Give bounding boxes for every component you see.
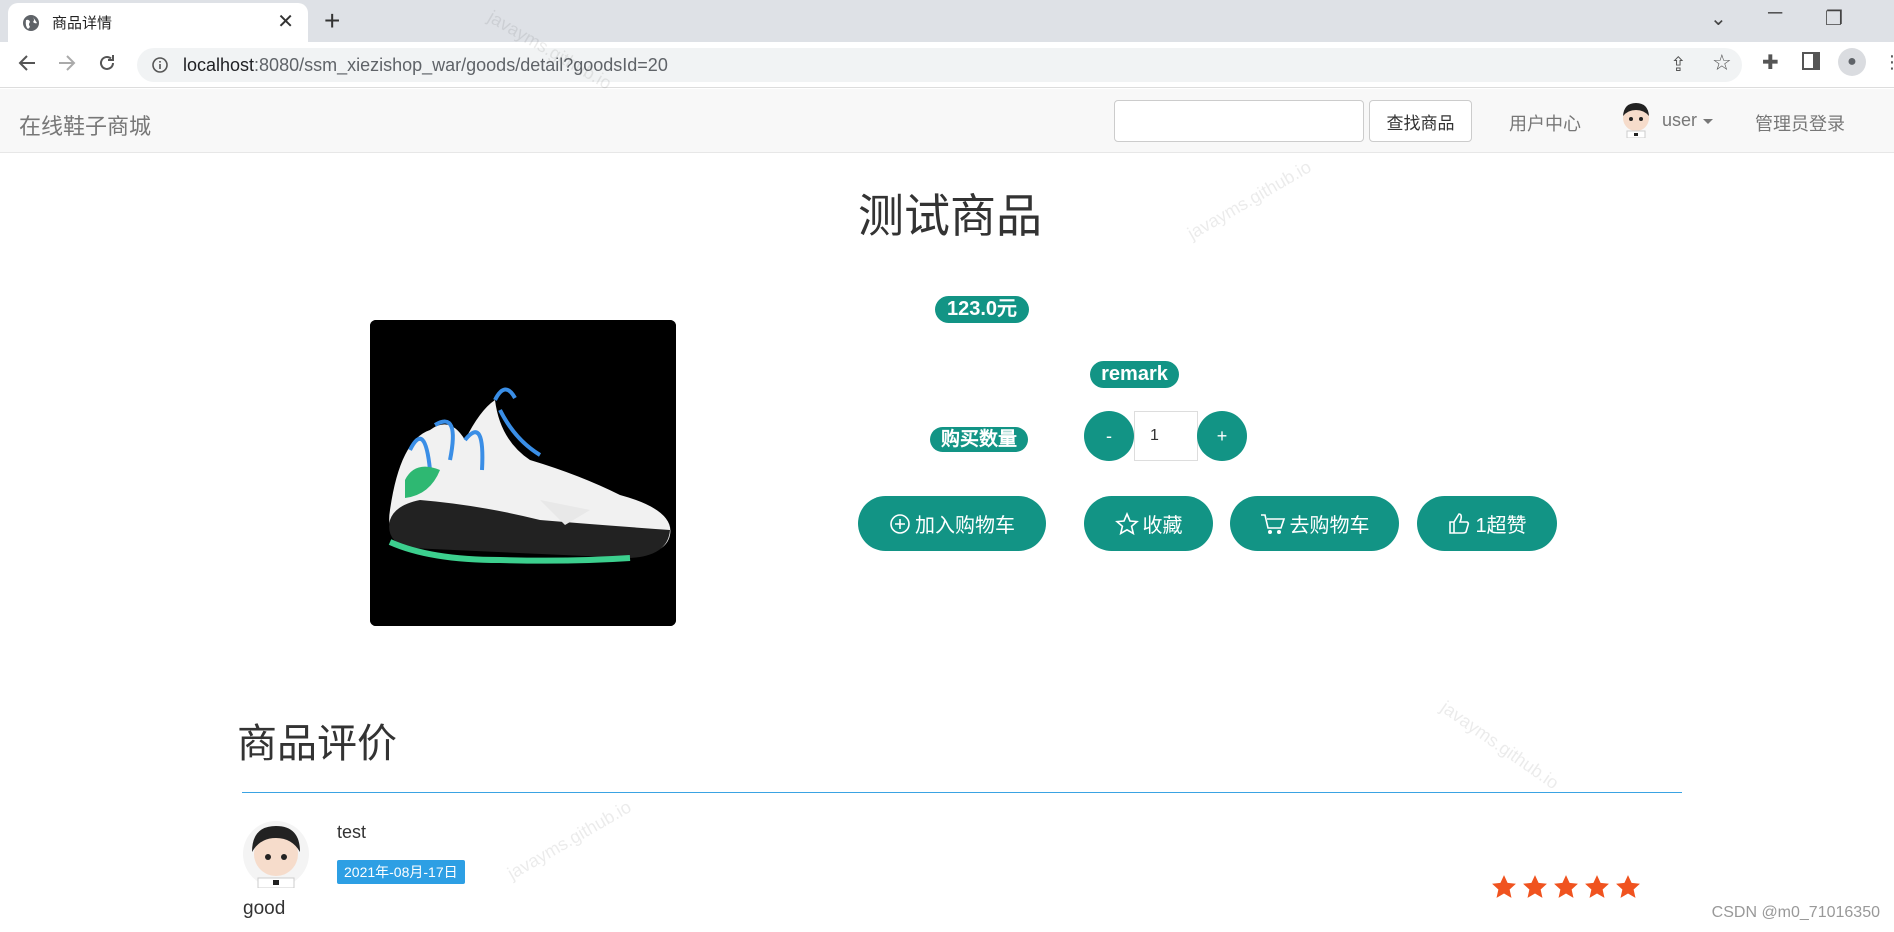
info-icon[interactable] <box>151 56 169 74</box>
search-button[interactable]: 查找商品 <box>1369 100 1472 142</box>
browser-tab[interactable]: 商品详情 ✕ <box>8 3 308 42</box>
product-title: 测试商品 <box>858 190 1042 242</box>
star-outline-icon <box>1114 511 1139 535</box>
reviewer-avatar <box>243 821 309 888</box>
favorite-button[interactable]: 收藏 <box>1084 496 1213 551</box>
reload-icon[interactable] <box>96 52 118 74</box>
remark-badge: remark <box>1090 361 1179 388</box>
url-host: localhost <box>183 54 255 75</box>
like-button[interactable]: 1超赞 <box>1417 496 1557 551</box>
review-rating <box>1491 874 1646 900</box>
caret-down-icon <box>1703 118 1714 124</box>
site-navbar: 在线鞋子商城 查找商品 用户中心 user 管理员登录 <box>0 89 1894 153</box>
bookmark-star-icon[interactable]: ☆ <box>1712 50 1732 76</box>
back-icon[interactable] <box>16 52 38 74</box>
quantity-label: 购买数量 <box>930 427 1028 452</box>
forward-icon[interactable] <box>56 52 78 74</box>
review-content: good <box>243 898 286 919</box>
favorite-label: 收藏 <box>1142 515 1183 537</box>
reviewer-name: test <box>337 822 367 842</box>
watermark: javayms.github.io <box>1437 697 1563 794</box>
tab-title: 商品详情 <box>52 15 113 32</box>
star-filled-icon <box>1523 875 1547 898</box>
star-filled-icon <box>1585 875 1609 898</box>
go-to-cart-label: 去购物车 <box>1289 515 1370 537</box>
quantity-minus-button[interactable]: - <box>1084 411 1134 461</box>
go-to-cart-button[interactable]: 去购物车 <box>1230 496 1399 551</box>
new-tab-icon[interactable]: + <box>324 6 340 36</box>
minimize-icon[interactable]: ─ <box>1768 2 1782 25</box>
close-tab-icon[interactable]: ✕ <box>277 12 294 32</box>
thumbs-up-icon <box>1449 512 1470 534</box>
cart-icon <box>1260 513 1285 534</box>
watermark: javayms.github.io <box>1184 156 1315 244</box>
tab-search-icon[interactable]: ⌄ <box>1710 6 1727 31</box>
review-date-badge: 2021年-08月-17日 <box>337 860 465 884</box>
username-label: user <box>1662 110 1698 130</box>
price-badge: 123.0元 <box>935 296 1029 323</box>
like-label: 1超赞 <box>1475 515 1527 537</box>
star-filled-icon <box>1616 875 1640 898</box>
add-to-cart-label: 加入购物车 <box>915 515 1015 537</box>
add-to-cart-button[interactable]: 加入购物车 <box>858 496 1046 551</box>
restore-icon[interactable]: ❐ <box>1825 6 1843 31</box>
shoe-illustration <box>370 320 676 626</box>
product-image <box>370 320 676 626</box>
quantity-plus-button[interactable]: + <box>1197 411 1247 461</box>
globe-icon <box>23 14 39 31</box>
search-input[interactable] <box>1114 100 1364 142</box>
reviews-title: 商品评价 <box>237 722 397 766</box>
browser-tab-bar: 商品详情 ✕ + ⌄ ─ ❐ <box>0 0 1894 42</box>
user-dropdown[interactable]: user <box>1662 110 1714 131</box>
user-avatar[interactable] <box>1618 100 1654 138</box>
share-icon[interactable]: ⇪ <box>1670 52 1687 77</box>
star-filled-icon <box>1492 875 1516 898</box>
site-brand[interactable]: 在线鞋子商城 <box>19 109 151 141</box>
plus-circle-icon <box>890 513 910 534</box>
address-bar-row: localhost:8080/ssm_xiezishop_war/goods/d… <box>0 42 1894 88</box>
quantity-input[interactable]: 1 <box>1134 411 1198 461</box>
url-bar[interactable]: localhost:8080/ssm_xiezishop_war/goods/d… <box>137 48 1742 82</box>
extensions-icon[interactable]: ✚ <box>1762 50 1779 75</box>
star-filled-icon <box>1554 875 1578 898</box>
admin-login-link[interactable]: 管理员登录 <box>1755 110 1845 136</box>
csdn-watermark: CSDN @m0_71016350 <box>1711 904 1880 921</box>
watermark: javayms.github.io <box>504 796 635 884</box>
menu-icon[interactable]: ⋮ <box>1883 52 1894 73</box>
reviews-divider <box>242 792 1682 793</box>
sidepanel-icon[interactable] <box>1802 52 1820 70</box>
user-center-link[interactable]: 用户中心 <box>1509 110 1581 136</box>
profile-icon[interactable]: ● <box>1838 48 1866 76</box>
